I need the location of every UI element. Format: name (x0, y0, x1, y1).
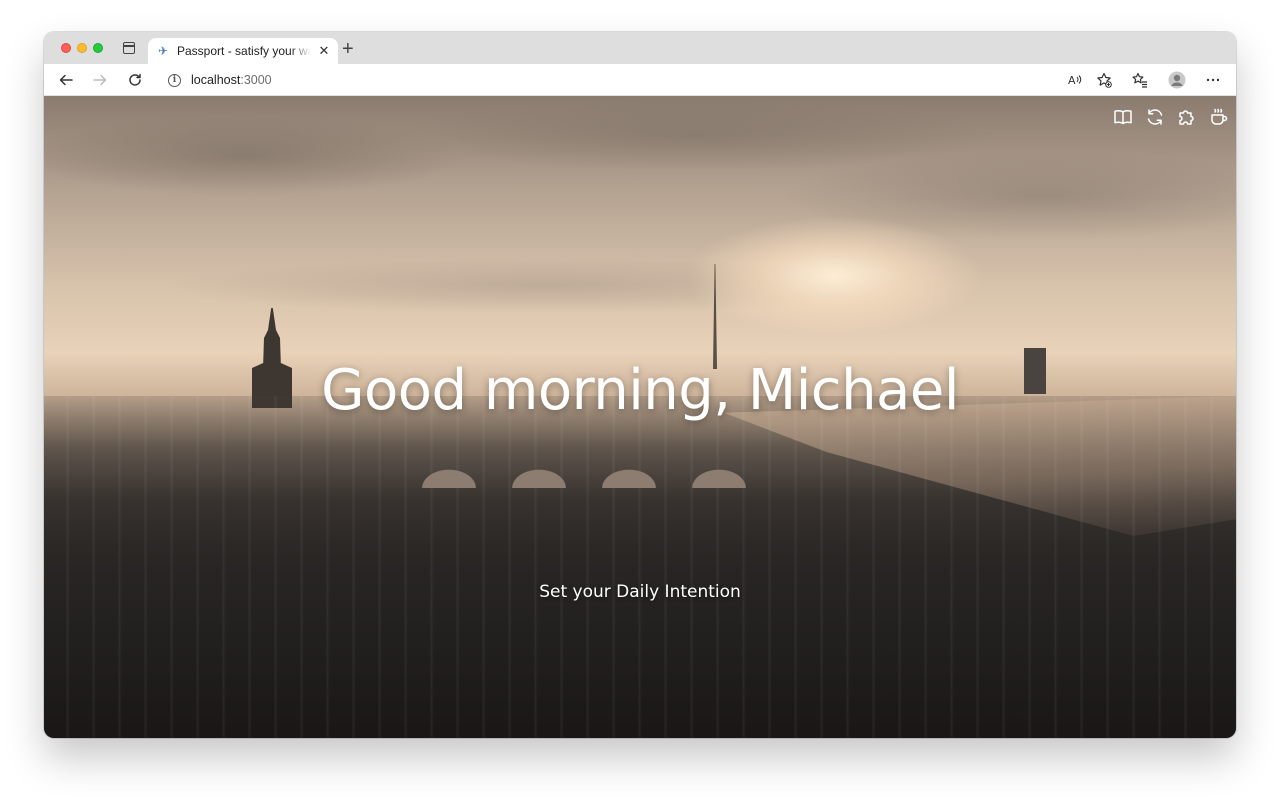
background-clouds (44, 96, 1236, 356)
coffee-icon[interactable] (1208, 106, 1230, 128)
more-icon[interactable] (1202, 70, 1224, 90)
browser-window: ✈ Passport - satisfy your wanderlust ✕ +… (44, 32, 1236, 738)
address-bar[interactable]: i localhost:3000 (158, 67, 1118, 93)
browser-toolbar: i localhost:3000 A (44, 64, 1236, 96)
url-text: localhost:3000 (191, 73, 272, 87)
refresh-icon[interactable] (1144, 106, 1166, 128)
background-market-halls (404, 436, 764, 488)
forward-icon[interactable] (90, 70, 110, 90)
tab-actions-icon[interactable] (123, 42, 135, 54)
profile-icon[interactable] (1166, 70, 1188, 90)
window-maximize-button[interactable] (93, 43, 103, 53)
reload-icon[interactable] (125, 70, 145, 90)
book-icon[interactable] (1112, 106, 1134, 128)
url-port: :3000 (240, 73, 272, 87)
puzzle-icon[interactable] (1176, 106, 1198, 128)
tab-strip: ✈ Passport - satisfy your wanderlust ✕ + (44, 32, 1236, 64)
tab-close-icon[interactable]: ✕ (318, 43, 330, 59)
greeting-heading: Good morning, Michael (321, 358, 959, 423)
active-tab[interactable]: ✈ Passport - satisfy your wanderlust ✕ (148, 38, 338, 64)
read-aloud-icon[interactable]: A (1064, 70, 1086, 90)
window-minimize-button[interactable] (77, 43, 87, 53)
favorites-icon[interactable] (1129, 70, 1151, 90)
url-host: localhost (191, 73, 241, 87)
svg-text:A: A (1068, 74, 1076, 87)
info-icon[interactable]: i (168, 73, 181, 87)
add-favorite-icon[interactable] (1093, 70, 1115, 90)
back-icon[interactable] (56, 70, 76, 90)
background-sun-glow (684, 216, 984, 336)
daily-intention-prompt[interactable]: Set your Daily Intention (44, 582, 1236, 602)
airplane-icon: ✈ (157, 44, 169, 58)
window-close-button[interactable] (61, 43, 71, 53)
new-tab-page: Good morning, Michael Set your Daily Int… (44, 96, 1236, 738)
page-toolbar (1112, 106, 1230, 128)
tab-title: Passport - satisfy your wanderlust (177, 44, 311, 58)
daily-intention-label[interactable]: Set your Daily Intention (539, 582, 741, 602)
new-tab-button[interactable]: + (342, 38, 354, 60)
